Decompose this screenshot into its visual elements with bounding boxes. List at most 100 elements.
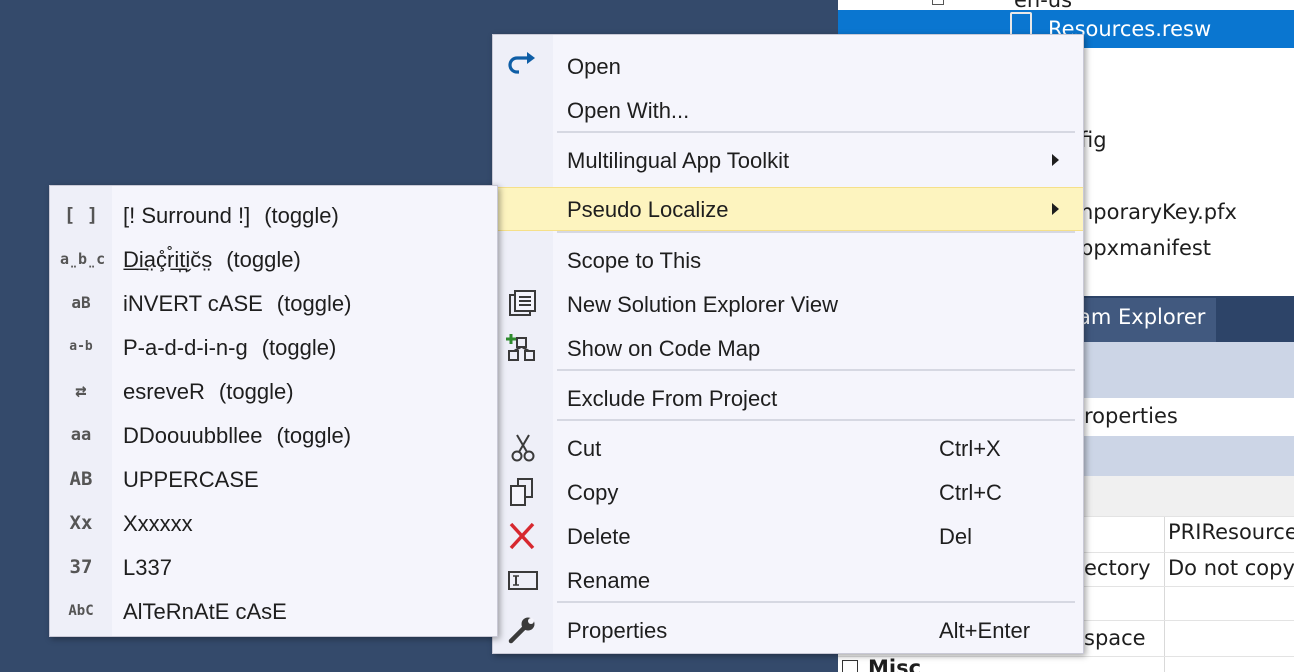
menu-separator	[557, 369, 1075, 371]
menu-item-rename[interactable]: Rename	[493, 559, 1083, 601]
uppercase-icon: AB	[69, 468, 93, 490]
menu-item-pseudo-localize[interactable]: Pseudo Localize	[493, 187, 1083, 231]
menu-item-label: Open With...	[567, 98, 690, 123]
diacritics-icon: a̤b̤c	[60, 250, 106, 268]
submenu-item-reverse[interactable]: ⇄ esreveR (toggle)	[50, 370, 497, 412]
menu-item-open[interactable]: Open	[493, 45, 1083, 87]
menu-item-properties[interactable]: Properties Alt+Enter	[493, 609, 1083, 651]
menu-item-multilingual-app-toolkit[interactable]: Multilingual App Toolkit	[493, 139, 1083, 181]
submenu-item-surround[interactable]: [ ] [! Surround !] (toggle)	[50, 194, 497, 236]
surround-icon: [ ]	[63, 204, 99, 226]
submenu-item-uppercase[interactable]: AB UPPERCASE	[50, 458, 497, 500]
alternate-case-icon: AbC	[68, 603, 94, 619]
properties-title: roperties	[1084, 404, 1178, 428]
leet-icon: 37	[69, 556, 93, 578]
submenu-item-alternate-case[interactable]: AbC AlTeRnAtE cAsE	[50, 590, 497, 632]
code-map-icon	[505, 333, 541, 363]
submenu-item-diacritics[interactable]: a̤b̤c D̲i̲a̤ç̊r̊i̲t̪i̬c̆s̤ (toggle)	[50, 238, 497, 280]
submenu-item-padding[interactable]: a-b P-a-d-d-i-n-g (toggle)	[50, 326, 497, 368]
toggle-label: (toggle)	[264, 203, 339, 228]
submenu-item-double[interactable]: aa DDoouubbllee (toggle)	[50, 414, 497, 456]
toggle-label: (toggle)	[218, 379, 294, 404]
menu-item-label: Multilingual App Toolkit	[567, 148, 790, 173]
menu-item-label: Open	[567, 54, 621, 79]
menu-item-label: Exclude From Project	[567, 386, 778, 411]
menu-separator	[557, 131, 1075, 133]
menu-separator	[557, 419, 1075, 421]
menu-item-label: Rename	[567, 568, 651, 593]
menu-item-delete[interactable]: Delete Del	[493, 515, 1083, 557]
double-icon: aa	[70, 425, 92, 445]
pseudo-localize-submenu: [ ] [! Surround !] (toggle) a̤b̤c D̲i̲a̤ç…	[49, 185, 498, 637]
tree-collapse-toggle[interactable]	[932, 0, 944, 5]
misc-category-label: Misc	[868, 656, 922, 672]
toggle-label: (toggle)	[276, 423, 352, 448]
tab-team-explorer-label: am Explorer	[1078, 305, 1206, 329]
submenu-item-label: UPPERCASE	[123, 467, 259, 492]
submenu-item-text: DDoouubbllee (toggle)	[123, 423, 351, 449]
wrench-icon	[505, 615, 541, 645]
tree-item-key-pfx[interactable]: nporaryKey.pfx	[1080, 200, 1237, 224]
submenu-item-invert-case[interactable]: aB iNVERT cASE (toggle)	[50, 282, 497, 324]
menu-item-label: Delete	[567, 524, 631, 549]
menu-item-cut[interactable]: Cut Ctrl+X	[493, 427, 1083, 469]
invert-case-icon: aB	[71, 293, 91, 312]
submenu-item-label: DDoouubbllee	[123, 423, 263, 448]
menu-item-new-solution-explorer-view[interactable]: New Solution Explorer View	[493, 283, 1083, 325]
menu-item-label: Scope to This	[567, 248, 702, 273]
submenu-item-capitalize[interactable]: Xx Xxxxxx	[50, 502, 497, 544]
submenu-item-label: L337	[123, 555, 172, 580]
menu-item-scope-to-this[interactable]: Scope to This	[493, 239, 1083, 281]
menu-item-exclude-from-project[interactable]: Exclude From Project	[493, 377, 1083, 419]
property-name: space	[1084, 626, 1146, 650]
menu-item-label: New Solution Explorer View	[567, 292, 839, 317]
submenu-item-text: esreveR (toggle)	[123, 379, 294, 405]
shortcut-label: Del	[939, 524, 973, 549]
submenu-item-label: D̲i̲a̤ç̊r̊i̲t̪i̬c̆s̤	[123, 247, 213, 272]
submenu-item-label: P-a-d-d-i-n-g	[123, 335, 248, 360]
submenu-item-label: Xxxxxx	[123, 511, 193, 536]
submenu-item-label: AlTeRnAtE cAsE	[123, 599, 287, 624]
menu-separator	[557, 601, 1075, 603]
property-name: ectory	[1084, 556, 1151, 580]
toggle-label: (toggle)	[226, 247, 301, 272]
rename-icon	[505, 565, 541, 595]
shortcut-label: Alt+Enter	[939, 618, 1031, 643]
submenu-item-label: [! Surround !]	[123, 203, 251, 228]
capitalize-icon: Xx	[69, 512, 93, 534]
copy-icon	[505, 477, 541, 507]
misc-collapse-icon[interactable]	[842, 660, 858, 672]
submenu-item-text: iNVERT cASE (toggle)	[123, 291, 351, 317]
menu-item-label: Show on Code Map	[567, 336, 761, 361]
submenu-arrow-icon	[1052, 203, 1059, 215]
submenu-item-text: [! Surround !] (toggle)	[123, 203, 339, 229]
padding-icon: a-b	[69, 339, 93, 354]
menu-item-show-on-code-map[interactable]: Show on Code Map	[493, 327, 1083, 369]
menu-item-label: Pseudo Localize	[567, 197, 729, 222]
delete-x-icon	[505, 521, 541, 551]
property-grid-divider	[1164, 516, 1165, 672]
scissors-icon	[505, 433, 541, 463]
menu-item-label: Cut	[567, 436, 602, 461]
menu-separator	[557, 231, 1075, 233]
open-redo-arrow-icon	[505, 51, 541, 81]
tree-item-appxmanifest[interactable]: ppxmanifest	[1080, 236, 1211, 260]
submenu-item-text: P-a-d-d-i-n-g (toggle)	[123, 335, 336, 361]
property-value[interactable]: PRIResource	[1168, 520, 1294, 544]
submenu-item-label: esreveR	[123, 379, 205, 404]
toggle-label: (toggle)	[261, 335, 337, 360]
context-menu: Open Open With... Multilingual App Toolk…	[492, 34, 1084, 654]
toggle-label: (toggle)	[276, 291, 352, 316]
property-value[interactable]: Do not copy	[1168, 556, 1294, 580]
reverse-icon: ⇄	[75, 380, 87, 402]
submenu-arrow-icon	[1052, 154, 1059, 166]
submenu-item-label: iNVERT cASE	[123, 291, 263, 316]
menu-item-open-with[interactable]: Open With...	[493, 89, 1083, 131]
new-view-icon	[505, 289, 541, 319]
shortcut-label: Ctrl+C	[939, 480, 1002, 505]
shortcut-label: Ctrl+X	[939, 436, 1001, 461]
submenu-item-leet[interactable]: 37 L337	[50, 546, 497, 588]
menu-item-copy[interactable]: Copy Ctrl+C	[493, 471, 1083, 513]
menu-item-label: Copy	[567, 480, 619, 505]
submenu-item-text: D̲i̲a̤ç̊r̊i̲t̪i̬c̆s̤ (toggle)	[123, 247, 301, 273]
